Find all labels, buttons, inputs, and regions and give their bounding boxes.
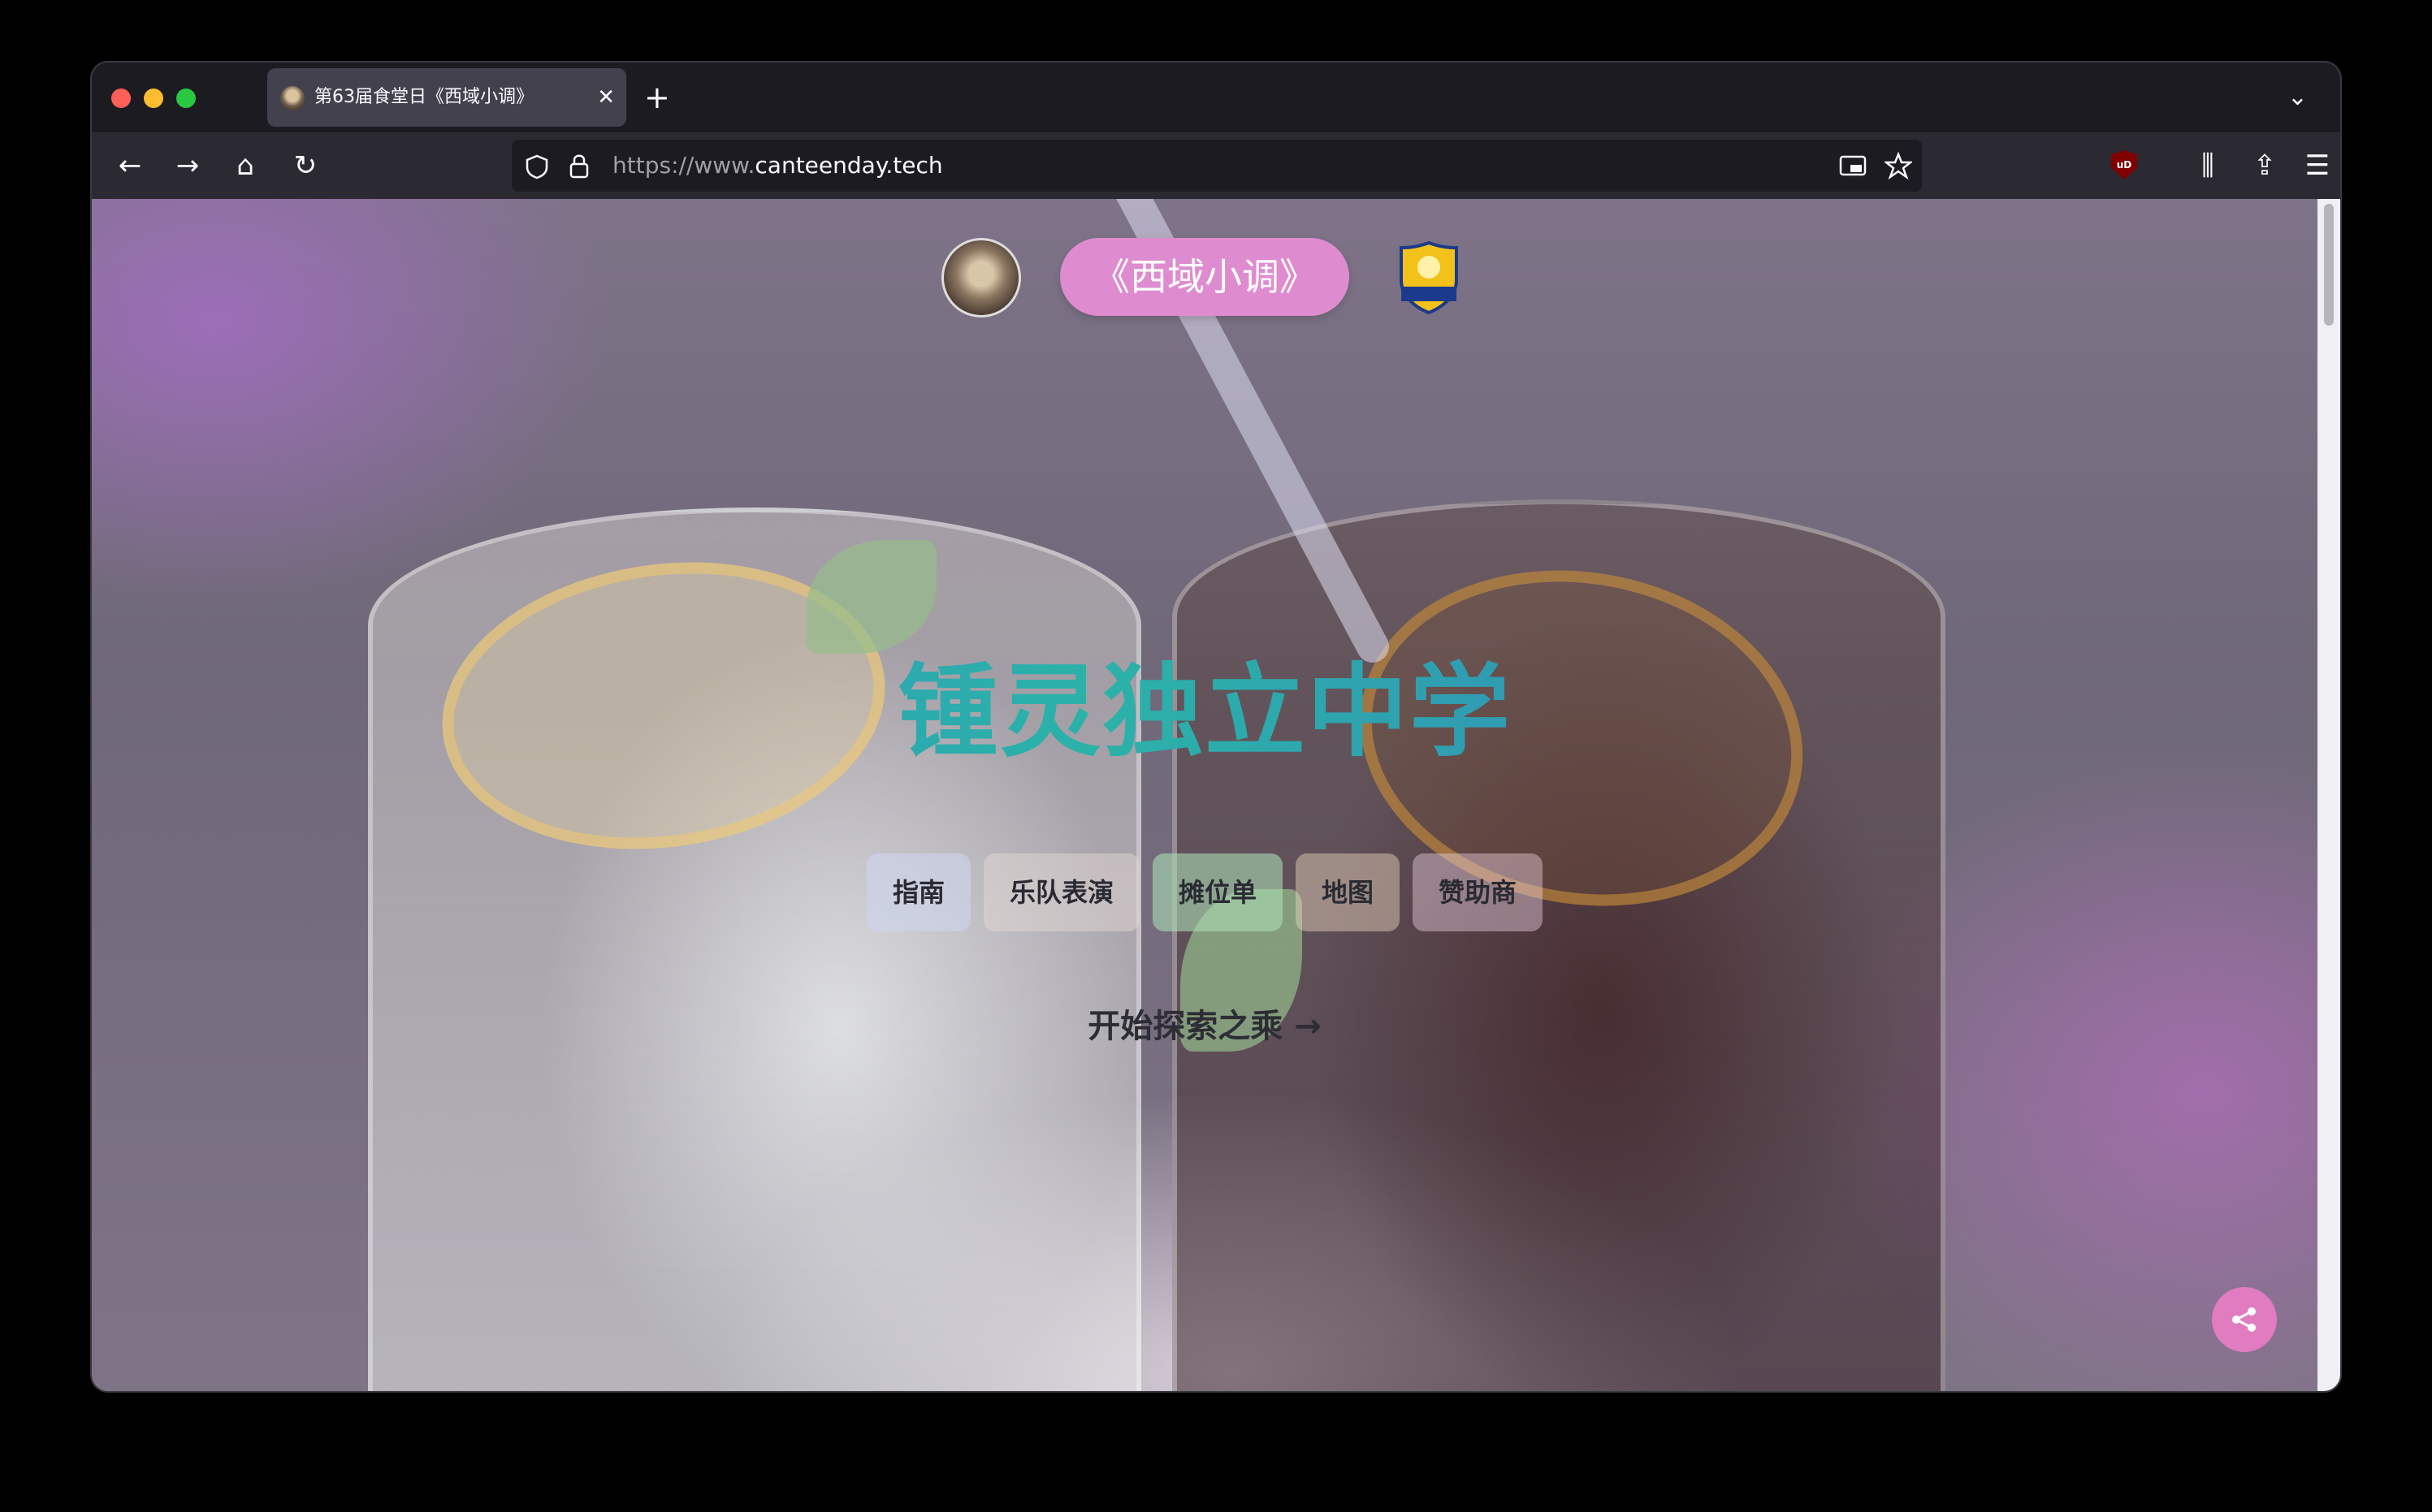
reload-button[interactable]: ↻ bbox=[285, 132, 326, 199]
tab-close-icon[interactable]: ✕ bbox=[597, 68, 615, 127]
page-viewport: 《西域小调》 锺灵独立中学 指南 乐队表演 摊位单 地图 赞助商 开始探索之乘 → bbox=[92, 199, 2317, 1391]
page-nav: 指南 乐队表演 摊位单 地图 赞助商 bbox=[92, 853, 2317, 931]
nav-link-map[interactable]: 地图 bbox=[1296, 853, 1400, 931]
url-bar[interactable]: https://www.canteenday.tech bbox=[512, 140, 1922, 192]
lock-icon[interactable] bbox=[569, 140, 590, 192]
scrollbar-thumb[interactable] bbox=[2324, 204, 2334, 326]
tab-bar: 第63届食堂日《西域小调》 ✕ + ⌄ bbox=[92, 63, 2340, 132]
url-text[interactable]: https://www.canteenday.tech bbox=[612, 140, 943, 192]
favicon-icon bbox=[280, 86, 305, 110]
tab-list-chevron-icon[interactable]: ⌄ bbox=[2287, 63, 2308, 132]
menu-icon[interactable]: ☰ bbox=[2301, 132, 2334, 199]
library-icon[interactable]: ⫼ bbox=[2188, 132, 2228, 199]
close-window-button[interactable] bbox=[111, 89, 131, 108]
nav-link-sponsors[interactable]: 赞助商 bbox=[1413, 853, 1543, 931]
share-button[interactable] bbox=[2212, 1287, 2277, 1352]
shield-icon[interactable] bbox=[525, 140, 549, 192]
event-title-badge[interactable]: 《西域小调》 bbox=[1060, 238, 1349, 316]
ublock-extension-icon[interactable]: uD bbox=[2111, 150, 2137, 179]
url-prefix: https://www. bbox=[612, 152, 755, 179]
maximize-window-button[interactable] bbox=[176, 89, 196, 108]
bookmark-star-icon[interactable] bbox=[1883, 140, 1914, 192]
url-domain: canteenday.tech bbox=[755, 152, 943, 179]
tab-title: 第63届食堂日《西域小调》 bbox=[314, 87, 534, 107]
browser-window: 第63届食堂日《西域小调》 ✕ + ⌄ ← → ⌂ ↻ https://www.… bbox=[92, 63, 2340, 1391]
home-button[interactable]: ⌂ bbox=[225, 132, 266, 199]
event-logo[interactable] bbox=[941, 238, 1021, 318]
school-name-heading: 锺灵独立中学 bbox=[92, 629, 2317, 775]
share-icon bbox=[2232, 1307, 2256, 1332]
new-tab-button[interactable]: + bbox=[644, 63, 670, 132]
nav-link-booth-list[interactable]: 摊位单 bbox=[1152, 853, 1283, 931]
picture-in-picture-icon[interactable] bbox=[1839, 140, 1867, 192]
forward-button[interactable]: → bbox=[167, 132, 208, 199]
extensions-icon[interactable]: ⇪ bbox=[2244, 132, 2285, 199]
navigation-toolbar: ← → ⌂ ↻ https://www.canteenday.tech uD ⫼… bbox=[92, 132, 2340, 199]
minimize-window-button[interactable] bbox=[144, 89, 163, 108]
back-button[interactable]: ← bbox=[110, 132, 150, 199]
school-crest-logo[interactable] bbox=[1391, 240, 1466, 315]
tab-active[interactable]: 第63届食堂日《西域小调》 ✕ bbox=[267, 68, 626, 127]
nav-link-guide[interactable]: 指南 bbox=[866, 853, 971, 931]
nav-link-band-performance[interactable]: 乐队表演 bbox=[983, 853, 1140, 931]
start-exploring-link[interactable]: 开始探索之乘 → bbox=[92, 1000, 2317, 1047]
page-scrollbar[interactable] bbox=[2317, 199, 2340, 1391]
